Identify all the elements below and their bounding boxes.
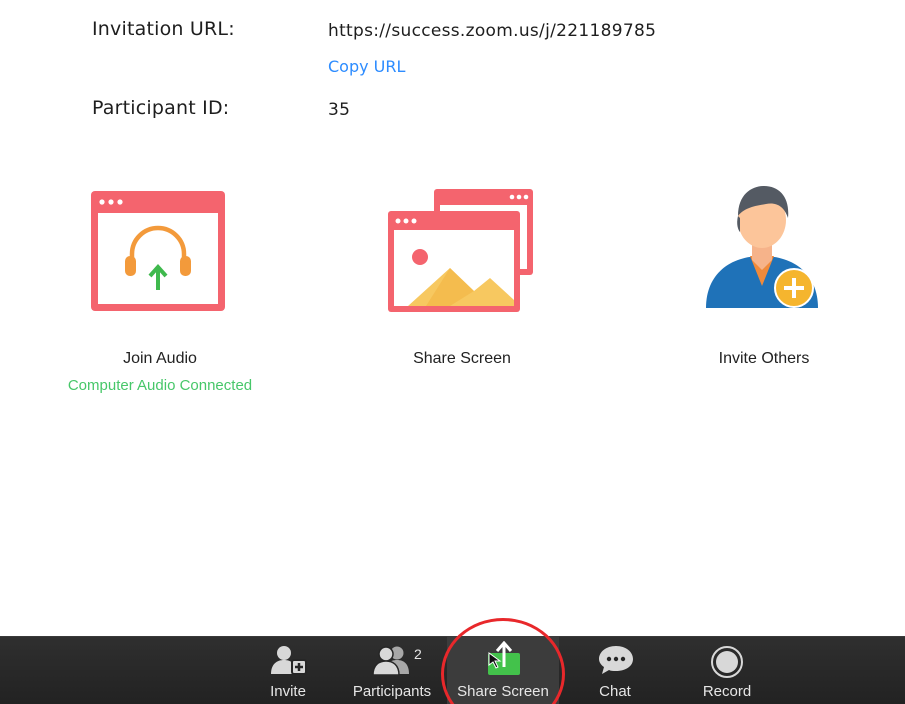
join-audio-button[interactable]: Join Audio Computer Audio Connected — [60, 180, 260, 400]
headphones-upload-icon — [91, 191, 225, 311]
record-circle-icon — [711, 646, 743, 678]
participants-label: Participants — [352, 683, 432, 700]
copy-url-link[interactable]: Copy URL — [328, 57, 405, 76]
toolbar-invite-button[interactable]: Invite — [253, 636, 323, 704]
audio-status-text: Computer Audio Connected — [67, 377, 253, 394]
invite-label: Invite — [270, 683, 306, 700]
share-screen-label: Share Screen — [457, 683, 549, 700]
join-audio-label: Join Audio — [123, 350, 197, 367]
invitation-url-value: https://success.zoom.us/j/221189785 — [328, 21, 657, 41]
zoom-meeting-window: Invitation URL: https://success.zoom.us/… — [0, 0, 905, 704]
record-label: Record — [702, 683, 752, 700]
people-icon — [372, 646, 409, 675]
invite-others-button[interactable]: Invite Others — [664, 180, 864, 380]
user-add-icon — [706, 186, 818, 308]
share-up-arrow-icon — [488, 641, 520, 675]
participants-count-badge: 2 — [414, 646, 422, 662]
invitation-url-label: Invitation URL: — [92, 18, 235, 40]
screen-windows-icon — [388, 189, 533, 312]
participant-id-value: 35 — [328, 100, 351, 120]
share-screen-tile-button[interactable]: Share Screen — [362, 180, 562, 380]
share-screen-tile-label: Share Screen — [413, 350, 511, 367]
invite-others-label: Invite Others — [718, 350, 810, 367]
participant-id-label: Participant ID: — [92, 97, 230, 119]
person-plus-icon — [271, 646, 307, 675]
chat-label: Chat — [599, 683, 631, 700]
toolbar-chat-button[interactable]: Chat — [585, 636, 645, 704]
speech-bubble-icon — [599, 646, 633, 674]
toolbar-record-button[interactable]: Record — [693, 636, 761, 704]
toolbar-share-screen-button[interactable]: Share Screen — [447, 636, 559, 704]
toolbar-participants-button[interactable]: 2 Participants — [343, 636, 441, 704]
